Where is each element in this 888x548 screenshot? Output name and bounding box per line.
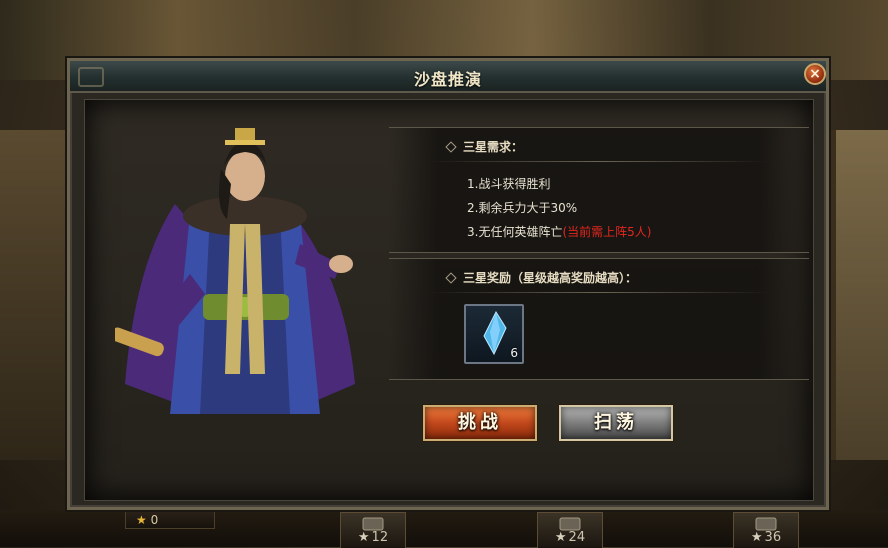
challenge-button[interactable]: 挑战: [423, 405, 537, 441]
star-icon: ★: [554, 530, 567, 545]
background-board-left: [0, 130, 68, 460]
total-stars-badge: ★ 0: [125, 509, 215, 529]
requirement-item: 3.无任何英雄阵亡(当前需上阵5人): [467, 223, 651, 240]
star-icon: ★: [357, 530, 370, 545]
reward-item[interactable]: 6: [464, 304, 524, 364]
requirements-panel: 三星需求： 1.战斗获得胜利 2.剩余兵力大于30% 3.无任何英雄阵亡(当前需…: [389, 127, 809, 253]
sandbox-dialog: 沙盘推演 × 三星需求： 1.战斗获得胜利 2.剩余兵力大于30% 3.无任何英…: [67, 58, 829, 510]
requirements-heading: 三星需求：: [445, 138, 524, 155]
close-button[interactable]: ×: [804, 63, 826, 85]
total-stars-value: 0: [150, 513, 159, 527]
diamond-bullet-icon: [445, 140, 457, 153]
dialog-title: 沙盘推演: [413, 70, 482, 89]
diamond-bullet-icon: [445, 271, 457, 284]
rewards-heading-text: 三星奖励（星级越高奖励越高）：: [463, 271, 638, 285]
requirement-text: 2.剩余兵力大于30%: [467, 201, 578, 215]
rewards-heading: 三星奖励（星级越高奖励越高）：: [445, 269, 638, 286]
chest-slot-2[interactable]: ★ 24: [537, 512, 603, 548]
requirement-item: 2.剩余兵力大于30%: [467, 199, 577, 216]
title-bar: 沙盘推演 ×: [70, 61, 826, 93]
chest-slot-label: 12: [371, 530, 389, 545]
star-icon: ★: [136, 513, 147, 527]
chest-slot-label: 36: [764, 530, 782, 545]
requirement-item: 1.战斗获得胜利: [467, 175, 550, 192]
sweep-button[interactable]: 扫荡: [559, 405, 673, 441]
requirement-text: 3.无任何英雄阵亡: [467, 225, 563, 239]
background-board-right: [830, 130, 888, 460]
requirement-warning: (当前需上阵5人): [562, 225, 652, 239]
reward-quantity: 6: [510, 346, 518, 360]
chest-slot-1[interactable]: ★ 12: [340, 512, 406, 548]
chest-slot-label: 24: [568, 530, 586, 545]
dialog-content: 三星需求： 1.战斗获得胜利 2.剩余兵力大于30% 3.无任何英雄阵亡(当前需…: [84, 99, 814, 501]
requirement-text: 1.战斗获得胜利: [467, 177, 551, 191]
divider: [429, 161, 769, 162]
chest-slot-3[interactable]: ★ 36: [733, 512, 799, 548]
divider: [429, 292, 769, 293]
star-icon: ★: [750, 530, 763, 545]
requirements-heading-text: 三星需求：: [463, 140, 524, 154]
rewards-panel: 三星奖励（星级越高奖励越高）： 6: [389, 258, 809, 380]
hero-portrait: [115, 128, 355, 414]
